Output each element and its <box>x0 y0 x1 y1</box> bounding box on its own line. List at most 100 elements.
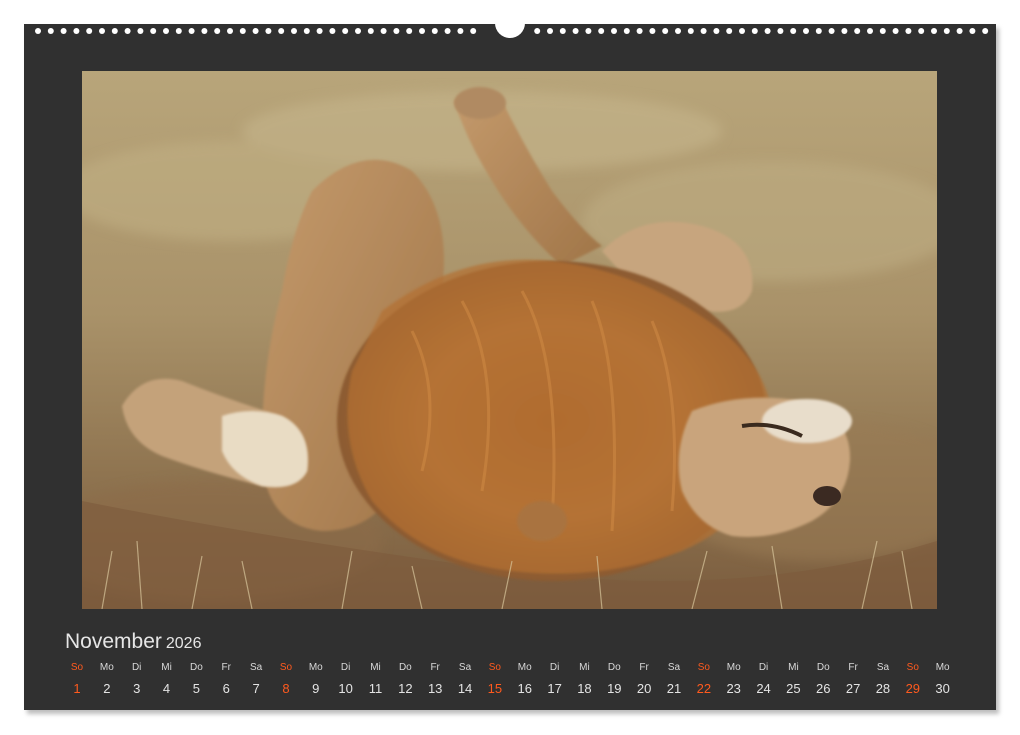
binding-hole <box>675 28 681 34</box>
day-number: 15 <box>487 681 503 696</box>
weekday-label: So <box>70 662 84 673</box>
day-number: 13 <box>427 681 443 696</box>
day-number: 18 <box>577 681 592 696</box>
binding-hole <box>137 28 144 34</box>
binding-hole <box>841 28 848 34</box>
day-cell: Do 26 <box>808 662 838 697</box>
binding-hole <box>201 28 208 34</box>
binding-hole <box>265 28 272 34</box>
day-number: 11 <box>368 681 383 696</box>
binding-hole <box>534 28 541 34</box>
day-cell: Sa 21 <box>659 662 689 697</box>
binding-hole <box>803 28 809 34</box>
weekday-label: So <box>697 662 710 673</box>
day-number: 5 <box>192 681 200 696</box>
binding-hole <box>969 28 976 34</box>
binding-hole <box>47 28 54 34</box>
weekday-label: Do <box>816 662 830 673</box>
binding-hole <box>431 28 438 34</box>
binding-hole <box>854 28 861 34</box>
weekday-label: Di <box>131 662 142 673</box>
day-cell: Mo 30 <box>928 662 958 697</box>
day-cell: Fr 20 <box>629 662 659 697</box>
binding-hole <box>751 28 758 34</box>
weekday-label: Sa <box>876 662 890 673</box>
weekday-label: Mi <box>788 662 799 673</box>
day-cell: Sa 14 <box>450 662 480 697</box>
day-number: 23 <box>726 681 741 696</box>
weekday-label: Sa <box>667 662 681 673</box>
binding-hole <box>982 28 989 34</box>
weekday-label: Fr <box>430 662 440 673</box>
binding-hole <box>316 28 323 34</box>
binding-hole <box>227 28 233 34</box>
day-cell: Sa 7 <box>241 662 271 697</box>
day-number: 2 <box>103 681 111 696</box>
day-cell: So 22 <box>689 662 719 697</box>
day-cell: Mo 23 <box>719 662 749 697</box>
day-number: 19 <box>607 681 622 696</box>
day-number: 10 <box>338 681 353 696</box>
weekday-label: Do <box>398 662 412 673</box>
day-number: 1 <box>73 681 81 696</box>
day-number: 20 <box>636 681 652 696</box>
day-cell: Fr 6 <box>211 662 241 697</box>
binding-hole <box>867 28 873 34</box>
binding-hole <box>726 28 733 34</box>
binding-hole <box>86 28 93 34</box>
wall-calendar-page: November 2026 So 1 Mo 2 Di 3 Mi 4 Do 5 Fr 6 Sa 7 So 8 Mo 9… <box>24 16 996 710</box>
day-cell: Mo 16 <box>510 662 540 697</box>
binding-hole <box>329 28 336 34</box>
weekday-label: Mo <box>99 662 114 673</box>
binding-hole <box>342 28 349 34</box>
weekday-label: Fr <box>221 662 231 673</box>
day-cell: Di 3 <box>122 662 152 697</box>
weekday-label: Fr <box>848 662 858 673</box>
binding-hole <box>559 28 566 34</box>
day-number: 16 <box>517 681 532 696</box>
binding-hole <box>739 28 745 34</box>
day-number: 28 <box>875 681 891 696</box>
binding-hole <box>60 28 67 34</box>
month-name: November <box>65 630 162 653</box>
day-number: 7 <box>252 681 260 696</box>
year-label: 2026 <box>165 635 202 652</box>
weekday-label: Sa <box>458 662 472 673</box>
binding-hole <box>598 28 605 34</box>
binding-hole <box>892 28 899 34</box>
binding-hole <box>700 28 707 34</box>
binding-hole <box>188 28 195 34</box>
binding-hole <box>547 28 553 34</box>
binding-hole <box>406 28 413 34</box>
binding-hole <box>444 28 451 34</box>
weekday-label: Di <box>549 662 560 673</box>
binding-hole <box>585 28 592 34</box>
day-cell: Fr 27 <box>838 662 868 697</box>
day-number: 14 <box>457 681 473 696</box>
binding-hole <box>572 28 579 34</box>
binding-hole <box>35 28 41 34</box>
binding-hole <box>214 28 221 34</box>
binding-hole <box>163 28 169 34</box>
binding-hole <box>111 28 118 34</box>
binding-hole <box>611 28 617 34</box>
day-cell: Mo 2 <box>92 662 122 697</box>
binding-hole <box>175 28 182 34</box>
binding-hole <box>150 28 157 34</box>
binding-hole <box>99 28 105 34</box>
weekday-label: Mi <box>161 662 172 673</box>
weekday-label: So <box>279 662 293 673</box>
day-number: 25 <box>786 681 801 696</box>
day-cell: Mo 9 <box>301 662 331 697</box>
day-cell: Do 19 <box>599 662 629 697</box>
weekday-label: Do <box>607 662 621 673</box>
binding-hole <box>918 28 925 34</box>
day-number: 29 <box>905 681 921 696</box>
binding-hole <box>636 28 643 34</box>
day-cell: Mi 4 <box>152 662 182 697</box>
binding-hole <box>905 28 912 34</box>
day-cell: So 1 <box>62 662 92 697</box>
day-number: 21 <box>666 681 682 696</box>
binding-hole <box>239 28 246 34</box>
binding-hole <box>828 28 835 34</box>
